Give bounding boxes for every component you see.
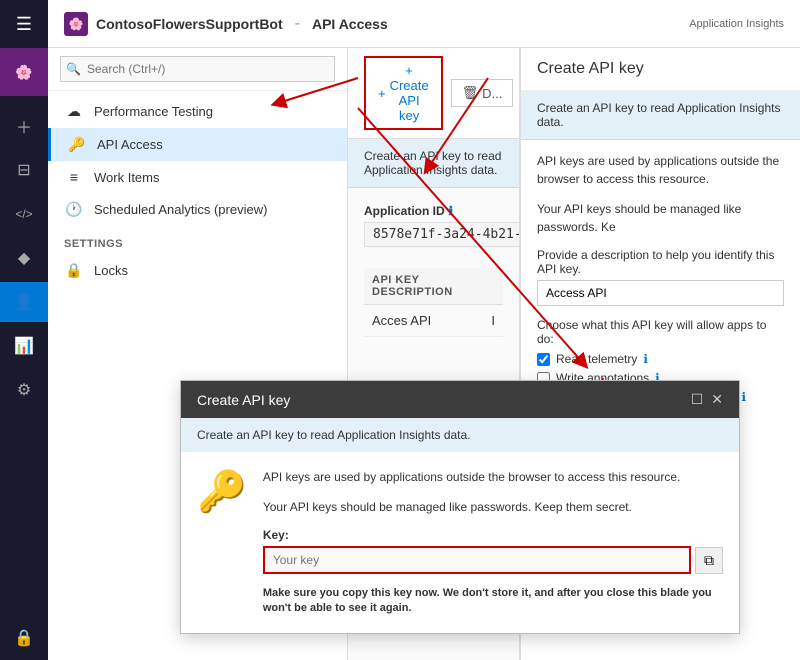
key-copy-button[interactable]: ⧉ xyxy=(695,547,723,574)
create-api-key-modal: Create API key ☐ ✕ Create an API key to … xyxy=(180,380,740,634)
plus-icon: + xyxy=(378,86,386,101)
hamburger-menu[interactable]: ☰ xyxy=(0,0,48,48)
sidebar-item-work-items[interactable]: ≡ Work Items xyxy=(48,161,347,193)
api-panel-title: Create API key xyxy=(521,48,800,91)
read-telemetry-info-icon: ℹ xyxy=(643,352,648,366)
copy-icon: ⧉ xyxy=(704,552,714,568)
header-bar: 🌸 ContosoFlowersSupportBot - API Access … xyxy=(48,0,800,48)
app-id-section: Application ID ℹ 8578e71f-3a24-4b21-a53- xyxy=(364,204,503,252)
sidebar-item-performance-testing[interactable]: ☁ Performance Testing xyxy=(48,95,347,128)
nav-label-locks: Locks xyxy=(94,263,128,278)
user-icon[interactable]: 👤 xyxy=(0,282,48,322)
read-telemetry-label: Read telemetry xyxy=(556,352,637,366)
subtitle: Application Insights xyxy=(689,18,784,30)
modal-header: Create API key ☐ ✕ xyxy=(181,381,739,418)
toolbar: + + Create API key 🗑 D... xyxy=(348,48,519,139)
app-name: ContosoFlowersSupportBot xyxy=(96,16,283,32)
chart-icon[interactable]: 📊 xyxy=(0,326,48,366)
app-id-info-icon: ℹ xyxy=(449,204,454,218)
search-input[interactable] xyxy=(60,56,335,82)
nav-label-work-items: Work Items xyxy=(94,170,160,185)
authenticate-sdk-info-icon: ℹ xyxy=(741,390,746,404)
app-id-label: Application ID ℹ xyxy=(364,204,503,218)
key-illustration-icon: 🔑 xyxy=(197,468,247,617)
table-row: Acces API I xyxy=(364,305,503,337)
modal-body: 🔑 API keys are used by applications outs… xyxy=(181,452,739,633)
nav-label-performance-testing: Performance Testing xyxy=(94,104,213,119)
sidebar-item-api-access[interactable]: 🔑 API Access xyxy=(48,128,347,161)
sidebar-item-locks[interactable]: 🔒 Locks xyxy=(48,254,347,287)
page-title: API Access xyxy=(312,16,388,32)
api-key-value: I xyxy=(483,305,503,337)
col-value xyxy=(483,268,503,305)
nav-label-api-access: API Access xyxy=(97,137,163,152)
modal-desc-line1: API keys are used by applications outsid… xyxy=(263,468,723,486)
modal-key-content: API keys are used by applications outsid… xyxy=(263,468,723,617)
modal-close-icon[interactable]: ✕ xyxy=(711,391,723,408)
api-panel-info: Create an API key to read Application In… xyxy=(521,91,800,140)
add-icon[interactable]: ＋ xyxy=(0,106,48,146)
key-input-row: ⧉ xyxy=(263,546,723,574)
sidebar-item-scheduled-analytics[interactable]: 🕐 Scheduled Analytics (preview) xyxy=(48,193,347,226)
permissions-label: Choose what this API key will allow apps… xyxy=(537,318,784,346)
modal-title: Create API key xyxy=(197,392,290,408)
modal-desc-line2: Your API keys should be managed like pas… xyxy=(263,498,723,516)
modal-maximize-icon[interactable]: ☐ xyxy=(691,391,704,408)
delete-icon: 🗑 xyxy=(462,85,479,101)
bottom-lock-icon[interactable]: 🔒 xyxy=(0,618,48,658)
create-api-key-label: + Create API key xyxy=(390,63,429,123)
modal-controls: ☐ ✕ xyxy=(691,391,723,408)
delete-button[interactable]: 🗑 D... xyxy=(451,79,514,107)
right-panel-content: Application ID ℹ 8578e71f-3a24-4b21-a53-… xyxy=(348,188,519,353)
dashboard-icon[interactable]: ⊟ xyxy=(0,150,48,190)
nav-label-scheduled-analytics: Scheduled Analytics (preview) xyxy=(94,202,267,217)
api-field-label: Provide a description to help you identi… xyxy=(537,248,784,276)
app-icon: 🌸 xyxy=(64,12,88,36)
col-description: API KEY DESCRIPTION xyxy=(364,268,483,305)
api-key-description: Acces API xyxy=(364,305,483,337)
modal-info-banner: Create an API key to read Application In… xyxy=(181,418,739,452)
app-logo: 🌸 xyxy=(0,48,48,96)
api-desc-line2: Your API keys should be managed like pas… xyxy=(537,200,784,236)
search-box: 🔍 xyxy=(48,48,347,91)
lock-icon: 🔒 xyxy=(64,262,84,279)
main-area: 🌸 ContosoFlowersSupportBot - API Access … xyxy=(48,0,800,660)
key-icon: 🔑 xyxy=(67,136,87,153)
list-icon: ≡ xyxy=(64,169,84,185)
code-icon[interactable]: </> xyxy=(0,194,48,234)
modal-warning-text: Make sure you copy this key now. We don'… xyxy=(263,586,723,617)
gear-icon[interactable]: ⚙ xyxy=(0,370,48,410)
gem-icon[interactable]: ◆ xyxy=(0,238,48,278)
info-banner: Create an API key to read Application In… xyxy=(348,139,519,188)
clock-icon: 🕐 xyxy=(64,201,84,218)
create-api-key-button[interactable]: + + Create API key xyxy=(364,56,443,130)
api-desc-line1: API keys are used by applications outsid… xyxy=(537,152,784,188)
key-input[interactable] xyxy=(263,546,691,574)
header-separator: - xyxy=(295,15,300,33)
api-description-input[interactable] xyxy=(537,280,784,306)
cloud-icon: ☁ xyxy=(64,103,84,120)
app-id-value: 8578e71f-3a24-4b21-a53- xyxy=(364,222,520,247)
key-field-label: Key: xyxy=(263,528,723,542)
settings-section-label: SETTINGS xyxy=(48,226,347,254)
search-icon: 🔍 xyxy=(66,62,81,76)
api-keys-table: API KEY DESCRIPTION Acces API I xyxy=(364,268,503,337)
sidebar-icon-bar: ☰ 🌸 ＋ ⊟ </> ◆ 👤 📊 ⚙ 🔒 xyxy=(0,0,48,660)
read-telemetry-checkbox[interactable]: Read telemetry ℹ xyxy=(537,352,784,366)
